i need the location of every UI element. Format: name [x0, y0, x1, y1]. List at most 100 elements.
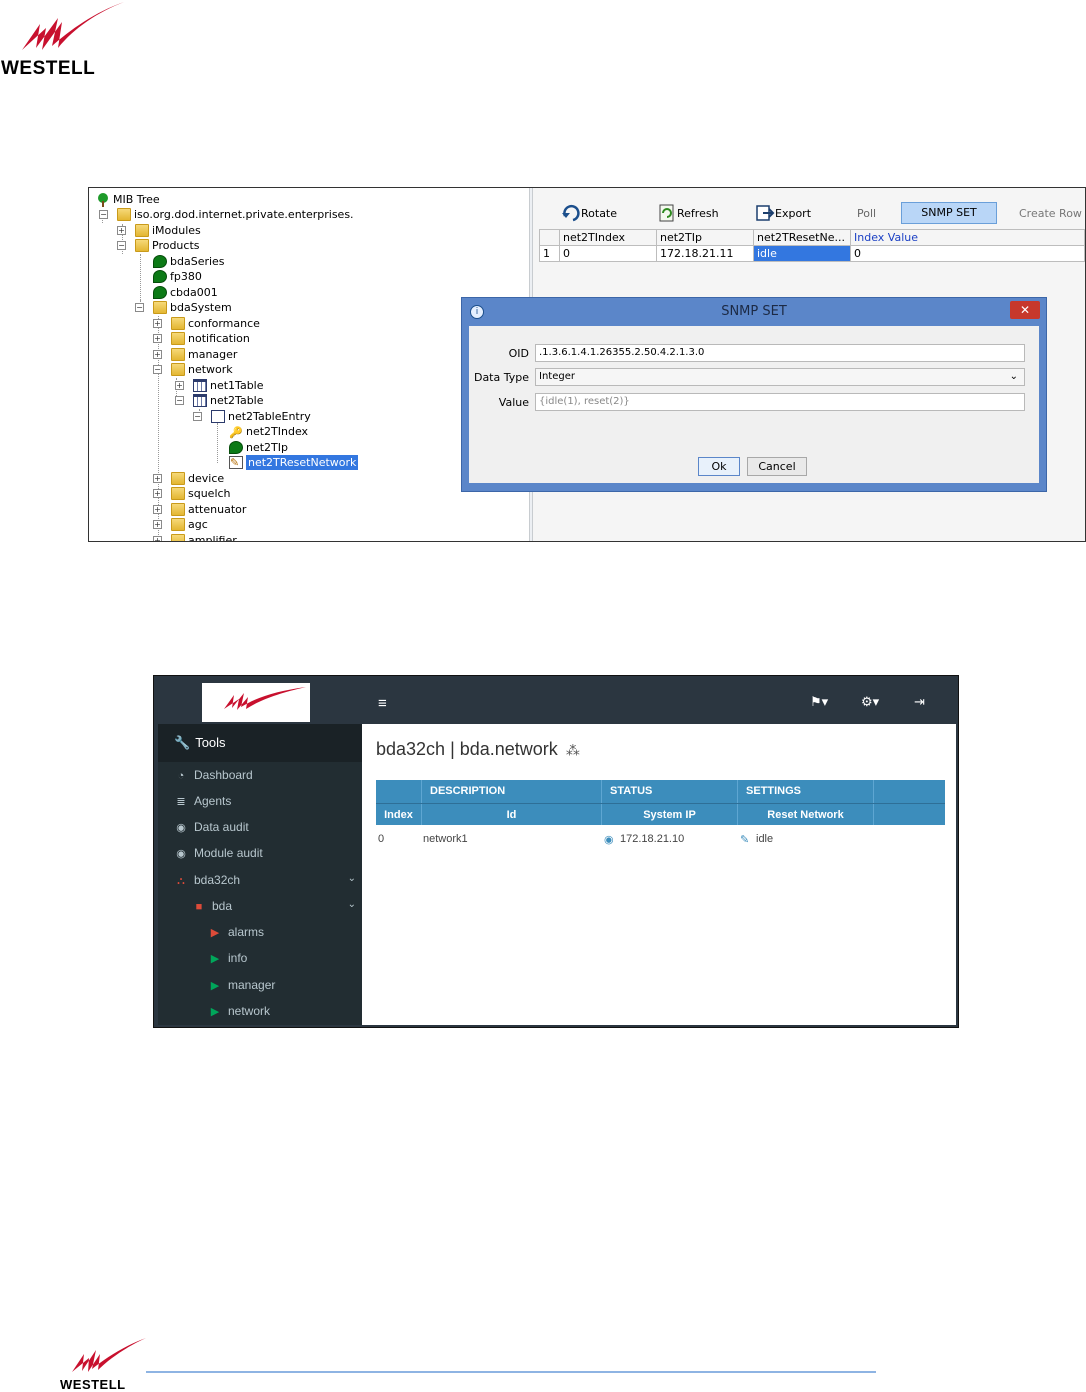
settings-dropdown-icon[interactable]: ⚙▾	[861, 694, 879, 710]
value-input[interactable]: {idle(1), reset(2)}	[535, 393, 1025, 411]
collapse-toggle-icon[interactable]: −	[193, 412, 202, 421]
dialog-titlebar[interactable]: i SNMP SET ✕	[462, 298, 1046, 326]
sidebar-item-agents[interactable]: ≣ Agents	[174, 789, 231, 813]
sidebar-item-bda[interactable]: ■ bda	[192, 894, 232, 918]
logout-icon[interactable]: ⇥	[914, 694, 925, 710]
col-system-ip[interactable]: System IP	[602, 804, 738, 825]
tree-node-agc[interactable]: agc	[171, 517, 208, 532]
tree-node-net2tip[interactable]: net2TIp	[229, 440, 288, 455]
cell-index: 0	[378, 833, 385, 845]
tree-node-net2tresetnetwork[interactable]: ✎ net2TResetNetwork	[229, 455, 359, 470]
tree-node-cbda001[interactable]: cbda001	[153, 285, 218, 300]
expand-toggle-icon[interactable]: +	[153, 334, 162, 343]
sidebar-item-label: network	[228, 1004, 271, 1018]
tree-node-net2table[interactable]: net2Table	[193, 393, 264, 408]
cell-id: network1	[423, 833, 468, 845]
col-net2tresetnetwork[interactable]: net2TResetNe...	[753, 229, 851, 246]
tree-node-bdasystem[interactable]: bdaSystem	[153, 300, 232, 315]
tree-node-bdaseries[interactable]: bdaSeries	[153, 254, 225, 269]
eye-icon: ◉	[176, 822, 186, 834]
rotate-button[interactable]: Rotate	[561, 202, 617, 224]
expand-toggle-icon[interactable]: +	[153, 319, 162, 328]
expand-toggle-icon[interactable]: +	[153, 489, 162, 498]
sidebar-item-label: Dashboard	[194, 768, 253, 782]
col-net2tip[interactable]: net2TIp	[656, 229, 754, 246]
tree-node-device[interactable]: device	[171, 471, 224, 486]
sidebar-item-info[interactable]: ▶ info	[208, 946, 248, 970]
col-reset-network[interactable]: Reset Network	[738, 804, 874, 825]
cancel-button[interactable]: Cancel	[747, 457, 807, 476]
cell-reset[interactable]: idle	[753, 245, 851, 262]
tree-root[interactable]: MIB Tree	[95, 192, 160, 207]
tree-node-network[interactable]: network	[171, 362, 233, 377]
expand-toggle-icon[interactable]: +	[153, 350, 162, 359]
tree-node-iso-org-dod-internet-private-enterprises[interactable]: iso.org.dod.internet.private.enterprises…	[117, 207, 354, 222]
tree-node-net1table[interactable]: net1Table	[193, 378, 264, 393]
expand-toggle-icon[interactable]: +	[153, 536, 162, 541]
tree-node-label: Products	[152, 239, 200, 252]
eye-icon: ◉	[176, 848, 186, 860]
chevron-down-icon[interactable]: ⌄	[348, 873, 356, 884]
oid-field[interactable]: .1.3.6.1.4.1.26355.2.50.4.2.1.3.0	[535, 344, 1025, 362]
collapse-toggle-icon[interactable]: −	[153, 365, 162, 374]
collapse-toggle-icon[interactable]: −	[135, 303, 144, 312]
expand-toggle-icon[interactable]: +	[175, 381, 184, 390]
tree-node-conformance[interactable]: conformance	[171, 316, 260, 331]
col-index-value[interactable]: Index Value	[850, 229, 1085, 246]
tree-node-net2tindex[interactable]: 🔑 net2TIndex	[229, 424, 308, 439]
tree-node-amplifier[interactable]: amplifier	[171, 533, 237, 541]
expand-toggle-icon[interactable]: +	[117, 226, 126, 235]
close-icon[interactable]: ✕	[1010, 301, 1040, 319]
flag-dropdown-icon[interactable]: ⚑▾	[810, 694, 828, 710]
westell-wordmark: WESTELL	[60, 1377, 126, 1392]
tree-node-fp380[interactable]: fp380	[153, 269, 202, 284]
export-button[interactable]: Export	[755, 202, 811, 224]
expand-toggle-icon[interactable]: +	[153, 520, 162, 529]
leaf-icon	[229, 441, 243, 454]
database-icon: ≣	[176, 796, 186, 808]
tree-node-products[interactable]: Products	[135, 238, 200, 253]
snmp-set-button[interactable]: SNMP SET	[901, 202, 997, 224]
expand-toggle-icon[interactable]: +	[153, 474, 162, 483]
cell-reset-network[interactable]: idle	[756, 833, 773, 845]
cell-index-value[interactable]: 0	[850, 245, 1085, 262]
tree-node-imodules[interactable]: iModules	[135, 223, 201, 238]
ok-button[interactable]: Ok	[698, 457, 740, 476]
sidebar: 🔧 Tools ◔ Dashboard ≣ Agents ◉ Data audit ◉ M…	[158, 724, 362, 1025]
eye-icon[interactable]: ◉	[604, 833, 614, 846]
sidebar-item-module-audit[interactable]: ◉ Module audit	[174, 841, 263, 865]
poll-button[interactable]: Poll	[857, 202, 876, 224]
hamburger-menu-icon[interactable]: ≡	[378, 695, 387, 712]
chevron-down-icon[interactable]: ⌄	[348, 899, 356, 910]
pencil-icon[interactable]: ✎	[740, 833, 749, 846]
table-row[interactable]: 1 0 172.18.21.11 idle 0	[539, 245, 1085, 262]
tree-node-notification[interactable]: notification	[171, 331, 250, 346]
col-id[interactable]: Id	[422, 804, 602, 825]
col-net2tindex[interactable]: net2TIndex	[559, 229, 657, 246]
refresh-button[interactable]: Refresh	[659, 202, 719, 224]
sidebar-item-network[interactable]: ▶ network	[208, 999, 270, 1023]
sidebar-item-dashboard[interactable]: ◔ Dashboard	[174, 763, 253, 787]
tree-node-manager[interactable]: manager	[171, 347, 237, 362]
tree-node-net2tableentry[interactable]: net2TableEntry	[211, 409, 311, 424]
tree-node-label: conformance	[188, 317, 260, 330]
collapse-toggle-icon[interactable]: −	[175, 396, 184, 405]
tree-node-attenuator[interactable]: attenuator	[171, 502, 246, 517]
table-row[interactable]: 0 network1 ◉ 172.18.21.10 ✎ idle	[376, 833, 945, 851]
sidebar-tools-header[interactable]: 🔧 Tools	[158, 724, 362, 762]
cell-index[interactable]: 0	[559, 245, 657, 262]
col-index[interactable]: Index	[376, 804, 422, 825]
sidebar-item-data-audit[interactable]: ◉ Data audit	[174, 815, 249, 839]
datatype-select[interactable]: Integer ⌄	[535, 368, 1025, 386]
sidebar-item-manager[interactable]: ▶ manager	[208, 973, 276, 997]
collapse-toggle-icon[interactable]: −	[99, 210, 108, 219]
collapse-toggle-icon[interactable]: −	[117, 241, 126, 250]
tree-node-label: iso.org.dod.internet.private.enterprises…	[134, 208, 354, 221]
expand-toggle-icon[interactable]: +	[153, 505, 162, 514]
tree-node-squelch[interactable]: squelch	[171, 486, 231, 501]
cell-ip[interactable]: 172.18.21.11	[656, 245, 754, 262]
create-row-button[interactable]: Create Row	[1019, 202, 1082, 224]
tree-node-label: bdaSystem	[170, 301, 232, 314]
sidebar-item-bda32ch[interactable]: ⛬ bda32ch	[174, 868, 240, 892]
sidebar-item-alarms[interactable]: ▶ alarms	[208, 920, 264, 944]
